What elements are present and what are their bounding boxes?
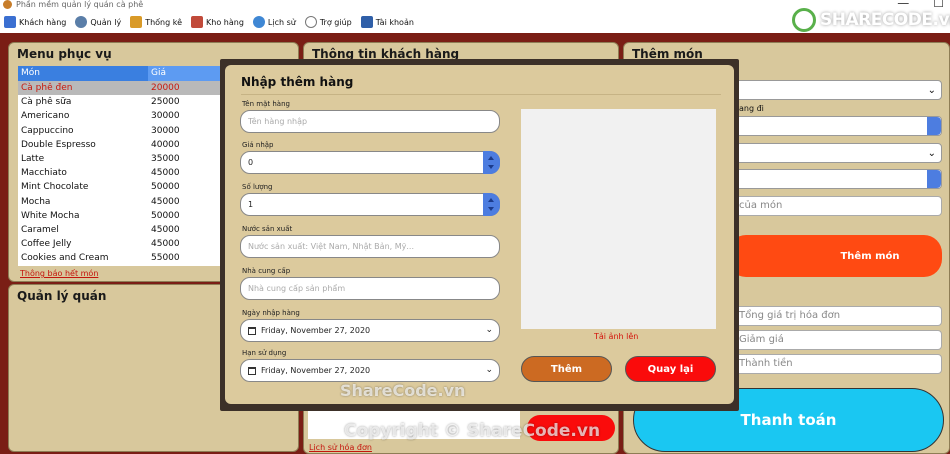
item-name-cell: Cà phê sữa (21, 97, 72, 108)
item-name-cell: Double Espresso (21, 139, 96, 150)
item-name-cell: Caramel (21, 224, 59, 235)
item-name-cell: Cappuccino (21, 125, 74, 136)
expiry-label: Hạn sử dụng (242, 349, 287, 357)
name-input[interactable]: Tên hàng nhập (240, 110, 500, 133)
item-name-cell: Cookies and Cream (21, 253, 109, 264)
customer-icon (4, 16, 16, 28)
name-label: Tên mặt hàng (242, 100, 290, 108)
logo-icon (792, 8, 816, 32)
size-combo[interactable]: ⌄ (732, 143, 942, 163)
help-icon (304, 16, 317, 28)
table-row[interactable]: Caramel 45000 (18, 223, 240, 237)
out-of-stock-link[interactable]: Thông báo hết món (20, 269, 98, 278)
item-name-cell: Americano (21, 111, 70, 122)
category-combo[interactable]: ⌄ (732, 80, 942, 100)
menu-warehouse[interactable]: Kho hàng (191, 16, 244, 28)
table-row[interactable]: Cappuccino 30000 (18, 124, 240, 138)
table-row[interactable]: Mocha 45000 (18, 195, 240, 209)
spinner-icon[interactable] (927, 117, 941, 135)
item-name-cell: Coffee Jelly (21, 239, 72, 250)
final-amount-input[interactable]: Thành tiền (732, 354, 942, 374)
chevron-down-icon: ⌄ (927, 148, 936, 159)
manage-panel-title: Quản lý quán (17, 289, 107, 303)
spinner-icon[interactable] (483, 151, 500, 174)
table-row[interactable]: White Mocha 50000 (18, 209, 240, 223)
table-row[interactable]: Double Espresso 40000 (18, 138, 240, 152)
table-row[interactable]: Latte 35000 (18, 152, 240, 166)
item-name-cell: Mocha (21, 196, 51, 207)
item-name-cell: Latte (21, 153, 45, 164)
table-row[interactable]: Cà phê sữa 25000 (18, 95, 240, 109)
table-row[interactable]: Coffee Jelly 45000 (18, 237, 240, 251)
back-button[interactable]: Quay lại (625, 356, 716, 382)
total-input[interactable]: Tổng giá trị hóa đơn (732, 306, 942, 326)
add-button[interactable]: Thêm (521, 356, 612, 382)
column-header-item[interactable]: Món (18, 66, 148, 81)
watermark-bottom: Copyright © ShareCode.vn (344, 421, 601, 441)
item-name-cell: White Mocha (21, 210, 80, 221)
discount-input[interactable]: Giảm giá (732, 330, 942, 350)
table-row[interactable]: Mint Chocolate 50000 (18, 180, 240, 194)
table-row[interactable]: Cà phê đen 20000 (18, 81, 240, 96)
supplier-label: Nhà cung cấp (242, 267, 291, 275)
chevron-down-icon: ⌄ (485, 365, 493, 375)
country-input[interactable]: Nước sản xuất: Việt Nam, Nhật Bản, Mỹ... (240, 235, 500, 258)
menu-table[interactable]: Món Giá Cà phê đen 20000 Cà phê sữa 25000 Am… (18, 66, 240, 266)
menu-panel-title: Menu phục vụ (17, 47, 112, 61)
quantity-label: Số lượng (242, 183, 273, 191)
quantity-stepper[interactable]: 1 (240, 193, 500, 216)
spinner-icon[interactable] (483, 193, 500, 216)
header-strip (0, 33, 950, 41)
item-name-cell: Cà phê đen (21, 83, 73, 93)
divider (241, 94, 721, 95)
spinner-icon[interactable] (927, 170, 941, 188)
dish-combo[interactable] (732, 116, 942, 136)
table-header: Món Giá (18, 66, 240, 81)
import-date-picker[interactable]: Friday, November 27, 2020 ⌄ (240, 319, 500, 342)
add-dish-button[interactable]: Thêm món (728, 235, 942, 277)
window-title: Phần mềm quản lý quán cà phê (16, 0, 144, 9)
chart-icon (130, 16, 143, 28)
warehouse-icon (191, 16, 204, 28)
table-row[interactable]: Macchiato 45000 (18, 166, 240, 180)
item-name-cell: Macchiato (21, 168, 67, 179)
table-row[interactable]: Americano 30000 (18, 109, 240, 123)
menu-manage[interactable]: Quản lý (75, 16, 121, 28)
watermark-center: ShareCode.vn (340, 381, 466, 400)
history-icon (252, 16, 265, 28)
calendar-icon (248, 367, 256, 375)
partial-label: ang đi (739, 104, 764, 113)
table-row[interactable]: Cookies and Cream 55000 (18, 251, 240, 265)
account-icon (360, 16, 373, 28)
note-input[interactable]: của món (732, 196, 942, 216)
upload-image-link[interactable]: Tải ảnh lên (594, 332, 638, 341)
menu-customers[interactable]: Khách hàng (4, 16, 66, 28)
expiry-date-picker[interactable]: Friday, November 27, 2020 ⌄ (240, 359, 500, 382)
dialog-title: Nhập thêm hàng (241, 75, 354, 89)
import-date-label: Ngày nhập hàng (242, 309, 300, 317)
quantity-spinner[interactable] (732, 169, 942, 189)
gear-icon (75, 16, 88, 28)
image-preview (521, 109, 716, 329)
price-stepper[interactable]: 0 (240, 151, 500, 174)
watermark-logo: SHARECODE.vn (792, 8, 950, 32)
country-label: Nước sản xuất (242, 225, 293, 233)
menu-account[interactable]: Tài khoản (360, 16, 414, 28)
calendar-icon (248, 327, 256, 335)
import-dialog: Nhập thêm hàng Tên mặt hàng Tên hàng nhậ… (225, 65, 734, 404)
invoice-history-link[interactable]: Lịch sử hóa đơn (309, 443, 372, 452)
menu-help[interactable]: Trợ giúp (304, 16, 352, 28)
item-name-cell: Mint Chocolate (21, 182, 89, 193)
supplier-input[interactable]: Nhà cung cấp sản phẩm (240, 277, 500, 300)
menu-history[interactable]: Lịch sử (252, 16, 296, 28)
price-label: Giá nhập (242, 141, 274, 149)
menu-statistics[interactable]: Thống kê (130, 16, 182, 28)
app-window: Phần mềm quản lý quán cà phê — ☐ Khách h… (0, 0, 950, 454)
app-icon (3, 0, 12, 9)
chevron-down-icon: ⌄ (485, 325, 493, 335)
chevron-down-icon: ⌄ (927, 85, 936, 96)
